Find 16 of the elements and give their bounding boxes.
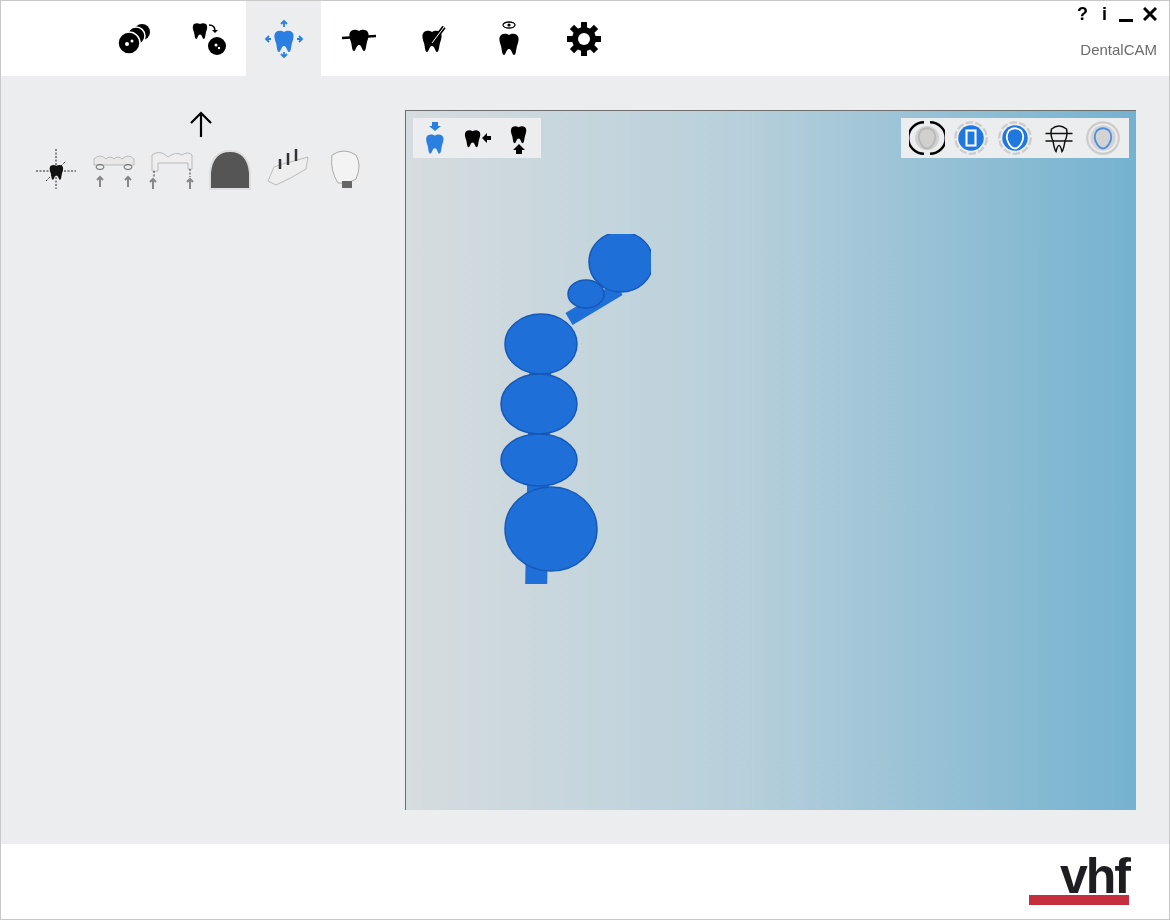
- minimize-icon: [1119, 19, 1133, 22]
- close-button[interactable]: [1143, 7, 1157, 21]
- tooth-muted-icon: [1085, 120, 1121, 156]
- up-arrow-icon[interactable]: [188, 110, 214, 138]
- display-mode-button[interactable]: [909, 121, 945, 155]
- tooth-mode-icon: [997, 120, 1033, 156]
- square-mode-icon: [953, 120, 989, 156]
- tooth-move-icon: [263, 18, 304, 59]
- tooth-ring-icon: [909, 120, 945, 156]
- vhf-logo-text: vhf: [1060, 858, 1129, 894]
- close-icon: [1143, 7, 1157, 21]
- app-name: DentalCAM: [1080, 41, 1157, 58]
- 3d-viewport[interactable]: [405, 110, 1136, 810]
- info-button[interactable]: i: [1100, 3, 1109, 25]
- dental-arch-icon: [206, 147, 254, 191]
- help-button[interactable]: ?: [1075, 3, 1090, 25]
